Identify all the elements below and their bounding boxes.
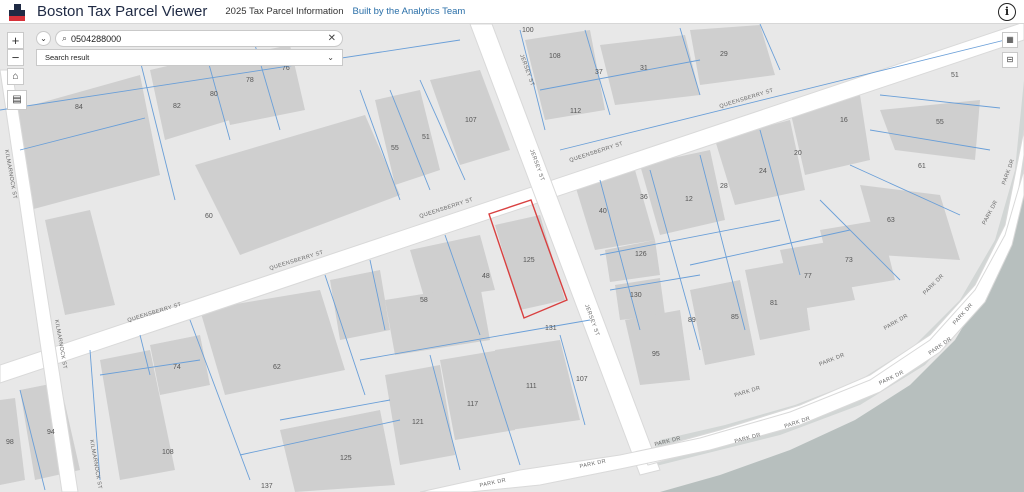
dropdown-chevron-icon: ⌄ — [327, 53, 334, 62]
search-result-label: Search result — [45, 53, 90, 62]
credit-link[interactable]: Built by the Analytics Team — [353, 6, 466, 17]
parcel-label: 131 — [545, 325, 557, 332]
parcel-label: 24 — [759, 168, 767, 175]
parcel-label: 121 — [412, 419, 424, 426]
parcel-label: 130 — [630, 292, 642, 299]
app-header: Boston Tax Parcel Viewer 2025 Tax Parcel… — [0, 0, 1024, 24]
parcel-label: 28 — [720, 183, 728, 190]
parcel-label: 107 — [465, 117, 477, 124]
measure-button[interactable]: ⊟ — [1002, 52, 1018, 68]
home-button[interactable]: ⌂ — [7, 68, 24, 85]
parcel-label: 81 — [770, 300, 778, 307]
parcel-label: 95 — [652, 351, 660, 358]
app-subtitle: 2025 Tax Parcel Information — [225, 6, 344, 17]
measure-icon: ⊟ — [1006, 55, 1014, 64]
parcel-label: 62 — [273, 364, 281, 371]
parcel-label: 76 — [282, 65, 290, 72]
parcel-label: 31 — [640, 65, 648, 72]
parcel-label: 107 — [576, 376, 588, 383]
parcel-label: 55 — [936, 119, 944, 126]
parcel-label: 85 — [731, 314, 739, 321]
qr-code-button[interactable]: ▦ — [1002, 32, 1018, 48]
parcel-label: 89 — [688, 317, 696, 324]
parcel-label: 58 — [420, 297, 428, 304]
parcel-label: 73 — [845, 257, 853, 264]
search-value[interactable]: 0504288000 — [71, 34, 328, 44]
parcel-label: 126 — [635, 251, 647, 258]
parcel-label: 51 — [951, 72, 959, 79]
info-icon: i — [1004, 5, 1010, 18]
parcel-label: 100 — [522, 27, 534, 34]
city-logo — [9, 3, 25, 21]
parcel-label: 40 — [599, 208, 607, 215]
parcel-label: 125 — [523, 257, 535, 264]
basemap-toggle-button[interactable]: ▤ — [7, 90, 27, 110]
parcel-label: 60 — [205, 213, 213, 220]
parcel-label: 74 — [173, 364, 181, 371]
parcel-label: 12 — [685, 196, 693, 203]
parcel-label: 78 — [246, 77, 254, 84]
parcel-label: 20 — [794, 150, 802, 157]
chevron-down-icon: ⌄ — [40, 34, 47, 43]
qr-code-icon: ▦ — [1006, 35, 1014, 44]
map-view[interactable]: 100 108 37 31 29 84 82 80 78 76 55 51 10… — [0, 24, 1024, 492]
parcel-label: 125 — [340, 455, 352, 462]
zoom-out-button[interactable]: − — [7, 49, 24, 66]
minus-icon: − — [11, 50, 20, 65]
parcel-label: 61 — [918, 163, 926, 170]
basemap-icon: ▤ — [12, 94, 22, 105]
parcel-label: 37 — [595, 69, 603, 76]
search-icon: ⌕ — [62, 33, 68, 43]
info-button[interactable]: i — [998, 3, 1016, 21]
parcel-label: 108 — [549, 53, 561, 60]
parcel-label: 117 — [467, 401, 478, 408]
parcel-label: 111 — [526, 383, 537, 390]
search-result-dropdown[interactable]: Search result ⌄ — [36, 49, 343, 66]
parcel-label: 84 — [75, 104, 83, 111]
parcel-label: 29 — [720, 51, 728, 58]
parcel-label: 94 — [47, 429, 55, 436]
parcel-label: 63 — [887, 217, 895, 224]
parcel-label: 98 — [6, 439, 14, 446]
parcel-label: 36 — [640, 194, 648, 201]
plus-icon: + — [11, 33, 20, 48]
parcel-label: 137 — [261, 483, 273, 490]
parcel-label: 82 — [173, 103, 181, 110]
close-icon[interactable]: ✕ — [328, 33, 336, 44]
parcel-label: 16 — [840, 117, 848, 124]
app-title: Boston Tax Parcel Viewer — [37, 3, 208, 20]
parcel-label: 51 — [422, 134, 430, 141]
parcel-label: 77 — [804, 273, 812, 280]
parcel-label: 112 — [570, 108, 581, 115]
home-icon: ⌂ — [12, 71, 19, 82]
parcel-label: 108 — [162, 449, 174, 456]
search-collapse-button[interactable]: ⌄ — [36, 31, 51, 46]
map-canvas[interactable]: 100 108 37 31 29 84 82 80 78 76 55 51 10… — [0, 24, 1024, 492]
search-widget: ⌄ ⌕ 0504288000 ✕ Search result ⌄ — [36, 30, 343, 66]
zoom-in-button[interactable]: + — [7, 32, 24, 49]
parcel-label: 80 — [210, 91, 218, 98]
search-input[interactable]: ⌕ 0504288000 ✕ — [55, 30, 343, 47]
parcel-label: 48 — [482, 273, 490, 280]
parcel-label: 55 — [391, 145, 399, 152]
